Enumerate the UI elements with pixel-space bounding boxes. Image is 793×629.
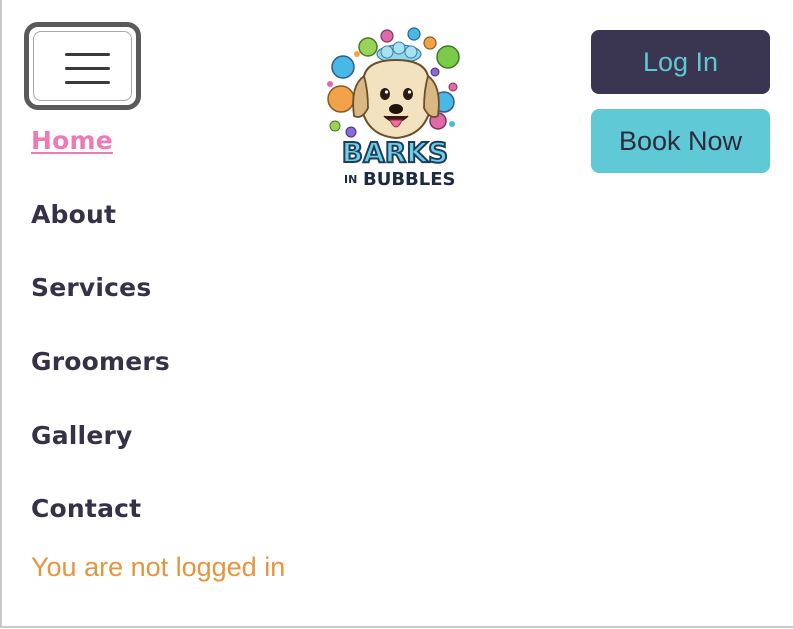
nav-link-gallery[interactable]: Gallery — [31, 421, 133, 450]
nav-item-groomers: Groomers — [31, 343, 170, 417]
nav-link-home[interactable]: Home — [31, 126, 113, 155]
logo-text-in: IN — [344, 173, 357, 186]
log-in-label: Log In — [642, 46, 719, 77]
hamburger-menu-icon — [33, 31, 132, 101]
nav-link-about[interactable]: About — [31, 200, 116, 229]
log-in-button[interactable]: Log In — [591, 30, 770, 94]
hamburger-menu-button[interactable] — [24, 22, 141, 110]
nav-link-services[interactable]: Services — [31, 273, 151, 302]
book-now-label: Book Now — [618, 125, 743, 156]
barks-in-bubbles-logo[interactable]: BARKS IN BUBBLES — [324, 24, 466, 190]
nav-item-home: Home — [31, 122, 170, 196]
logo-text-barks: BARKS — [342, 136, 448, 169]
nav-link-contact[interactable]: Contact — [31, 494, 141, 523]
logo-text-bubbles: BUBBLES — [363, 169, 456, 188]
menu-bar-middle — [65, 67, 110, 70]
book-now-button[interactable]: Book Now — [591, 109, 770, 173]
nav-item-gallery: Gallery — [31, 417, 170, 491]
nav-link-groomers[interactable]: Groomers — [31, 347, 170, 376]
nav-item-about: About — [31, 196, 170, 270]
nav-item-services: Services — [31, 269, 170, 343]
menu-bar-bottom — [65, 81, 110, 84]
main-nav: Home About Services Groomers Gallery Con… — [31, 122, 170, 564]
logo-image: BARKS IN BUBBLES — [327, 27, 460, 190]
login-status-text: You are not logged in — [31, 552, 286, 582]
menu-bar-top — [65, 53, 110, 56]
